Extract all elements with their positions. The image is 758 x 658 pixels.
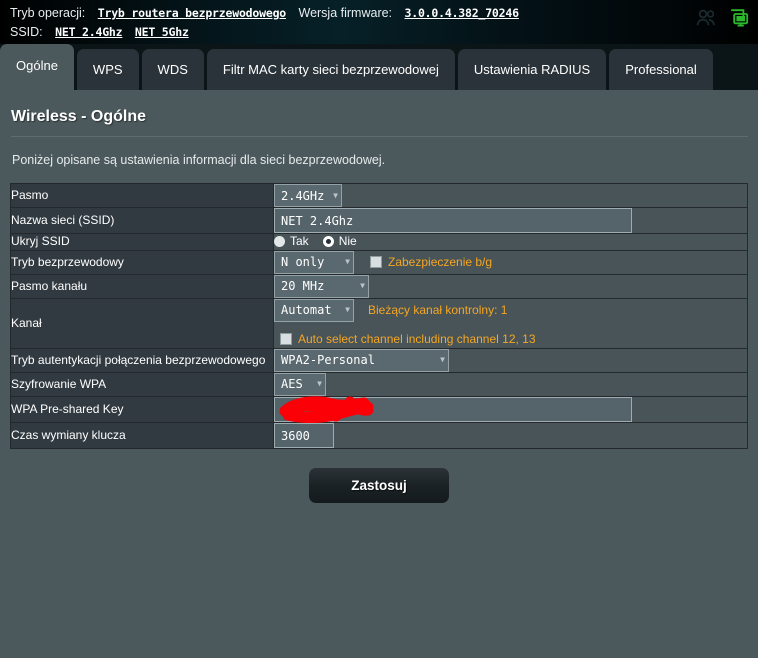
chevron-down-icon: ▼	[345, 305, 350, 314]
channel-select-value: Automat	[281, 303, 332, 317]
wireless-mode-select-value: N only	[281, 255, 325, 269]
tab-ogolne[interactable]: Ogólne	[0, 44, 74, 90]
banner-line-operation: Tryb operacji: Tryb routera bezprzewodow…	[10, 4, 758, 23]
tab-bar: Ogólne WPS WDS Filtr MAC karty sieci bez…	[0, 44, 758, 90]
channel-controls: Automat ▼ Bieżący kanał kontrolny: 1	[274, 298, 747, 322]
chevron-down-icon: ▼	[345, 257, 350, 266]
row-wpa-encryption: Szyfrowanie WPA AES ▼	[10, 371, 748, 397]
ssid-label: SSID:	[10, 25, 43, 39]
firmware-label: Wersja firmware:	[298, 6, 393, 20]
chevron-down-icon: ▼	[333, 190, 338, 200]
ssid-5ghz-link[interactable]: NET 5Ghz	[135, 25, 189, 39]
bg-protection-checkbox[interactable]	[370, 256, 382, 268]
label-hide-ssid: Ukryj SSID	[10, 233, 274, 251]
users-icon[interactable]	[696, 9, 718, 27]
label-channel: Kanał	[10, 297, 274, 349]
hide-ssid-option-yes[interactable]: Tak	[274, 234, 309, 248]
value-auth-method: WPA2-Personal ▼	[273, 347, 748, 373]
hide-ssid-option-no[interactable]: Nie	[322, 234, 357, 248]
banner-line-ssid: SSID: NET 2.4Ghz NET 5Ghz	[10, 23, 758, 42]
ssid-24ghz-link[interactable]: NET 2.4Ghz	[55, 25, 122, 39]
radio-no-icon[interactable]	[322, 235, 334, 247]
wireless-mode-controls: N only ▼ Zabezpieczenie b/g	[274, 250, 747, 274]
hide-ssid-no-label: Nie	[338, 234, 357, 248]
tab-professional[interactable]: Professional	[609, 49, 713, 90]
wpa-key-field-wrapper	[274, 395, 632, 423]
wireless-mode-select[interactable]: N only ▼	[274, 250, 354, 274]
value-band: 2.4GHz ▼	[273, 183, 748, 208]
tab-wps[interactable]: WPS	[76, 49, 139, 90]
hide-ssid-yes-label: Tak	[290, 234, 309, 248]
label-wireless-mode: Tryb bezprzewodowy	[10, 249, 274, 275]
value-wpa-encryption: AES ▼	[273, 371, 748, 397]
value-ssid: NET 2.4Ghz	[273, 207, 748, 234]
op-mode-label: Tryb operacji:	[10, 6, 86, 20]
op-mode-value-link[interactable]: Tryb routera bezprzewodowego	[98, 6, 286, 20]
wireless-settings-table: Pasmo 2.4GHz ▼ Nazwa sieci (SSID) NET 2.…	[10, 183, 748, 449]
chevron-down-icon: ▼	[440, 355, 445, 364]
value-channel: Automat ▼ Bieżący kanał kontrolny: 1 Aut…	[273, 297, 748, 349]
tab-mac-filter[interactable]: Filtr MAC karty sieci bezprzewodowej	[206, 49, 455, 90]
auto-select-channel-checkbox[interactable]	[280, 332, 292, 345]
channel-select[interactable]: Automat ▼	[274, 298, 354, 322]
page-content: Wireless - Ogólne Poniżej opisane są ust…	[0, 90, 758, 503]
auto-select-channel-row[interactable]: Auto select channel including channel 12…	[280, 332, 536, 346]
auth-method-select-value: WPA2-Personal	[281, 353, 375, 367]
bg-protection-checkbox-row[interactable]: Zabezpieczenie b/g	[370, 255, 492, 269]
label-band: Pasmo	[10, 183, 274, 208]
apply-button[interactable]: Zastosuj	[309, 467, 449, 503]
band-select-value: 2.4GHz	[281, 188, 325, 203]
radio-yes-icon[interactable]	[274, 235, 285, 247]
row-band: Pasmo 2.4GHz ▼	[10, 183, 748, 208]
label-ssid: Nazwa sieci (SSID)	[10, 207, 274, 234]
value-channel-bandwidth: 20 MHz ▼	[273, 273, 748, 299]
tab-wds[interactable]: WDS	[141, 49, 204, 90]
label-wpa-key: WPA Pre-shared Key	[10, 395, 274, 423]
row-channel-bandwidth: Pasmo kanału 20 MHz ▼	[10, 273, 748, 299]
value-rekey-interval: 3600	[273, 421, 748, 449]
wpa-key-input[interactable]	[274, 396, 632, 422]
channel-bandwidth-select[interactable]: 20 MHz ▼	[274, 274, 369, 298]
band-select[interactable]: 2.4GHz ▼	[274, 184, 342, 207]
label-auth-method: Tryb autentykacji połączenia bezprzewodo…	[10, 347, 274, 373]
row-hide-ssid: Ukryj SSID Tak Nie	[10, 233, 748, 251]
wpa-encryption-select-value: AES	[281, 377, 303, 391]
page-description: Poniżej opisane są ustawienia informacji…	[12, 153, 386, 167]
value-wireless-mode: N only ▼ Zabezpieczenie b/g	[273, 249, 748, 275]
current-control-channel-note: Bieżący kanał kontrolny: 1	[368, 303, 508, 317]
label-rekey-interval: Czas wymiany klucza	[10, 421, 274, 449]
page-title: Wireless - Ogólne	[11, 108, 146, 125]
top-banner: Tryb operacji: Tryb routera bezprzewodow…	[0, 0, 758, 44]
apply-button-bar: Zastosuj	[10, 449, 748, 503]
row-auth-method: Tryb autentykacji połączenia bezprzewodo…	[10, 347, 748, 373]
chevron-down-icon: ▼	[317, 379, 322, 388]
value-wpa-key	[273, 395, 748, 423]
label-wpa-encryption: Szyfrowanie WPA	[10, 371, 274, 397]
channel-bandwidth-select-value: 20 MHz	[281, 279, 325, 293]
ssid-input[interactable]: NET 2.4Ghz	[274, 208, 632, 233]
firmware-version-link[interactable]: 3.0.0.4.382_70246	[405, 6, 520, 20]
bg-protection-label: Zabezpieczenie b/g	[388, 255, 493, 269]
rekey-interval-input[interactable]: 3600	[274, 422, 334, 448]
auth-method-select[interactable]: WPA2-Personal ▼	[274, 348, 449, 372]
banner-icon-group	[696, 8, 750, 28]
hide-ssid-radio-group: Tak Nie	[274, 234, 357, 248]
row-wpa-key: WPA Pre-shared Key	[10, 395, 748, 423]
row-channel: Kanał Automat ▼ Bieżący kanał kontrolny:…	[10, 297, 748, 349]
auto-select-channel-label: Auto select channel including channel 12…	[298, 331, 536, 346]
wpa-encryption-select[interactable]: AES ▼	[274, 372, 326, 396]
label-channel-bandwidth: Pasmo kanału	[10, 273, 274, 299]
chevron-down-icon: ▼	[360, 281, 365, 290]
row-ssid: Nazwa sieci (SSID) NET 2.4Ghz	[10, 207, 748, 234]
tab-radius[interactable]: Ustawienia RADIUS	[457, 49, 607, 90]
value-hide-ssid: Tak Nie	[273, 233, 748, 251]
network-monitor-icon[interactable]	[728, 8, 750, 28]
row-rekey-interval: Czas wymiany klucza 3600	[10, 421, 748, 449]
row-wireless-mode: Tryb bezprzewodowy N only ▼ Zabezpieczen…	[10, 249, 748, 275]
